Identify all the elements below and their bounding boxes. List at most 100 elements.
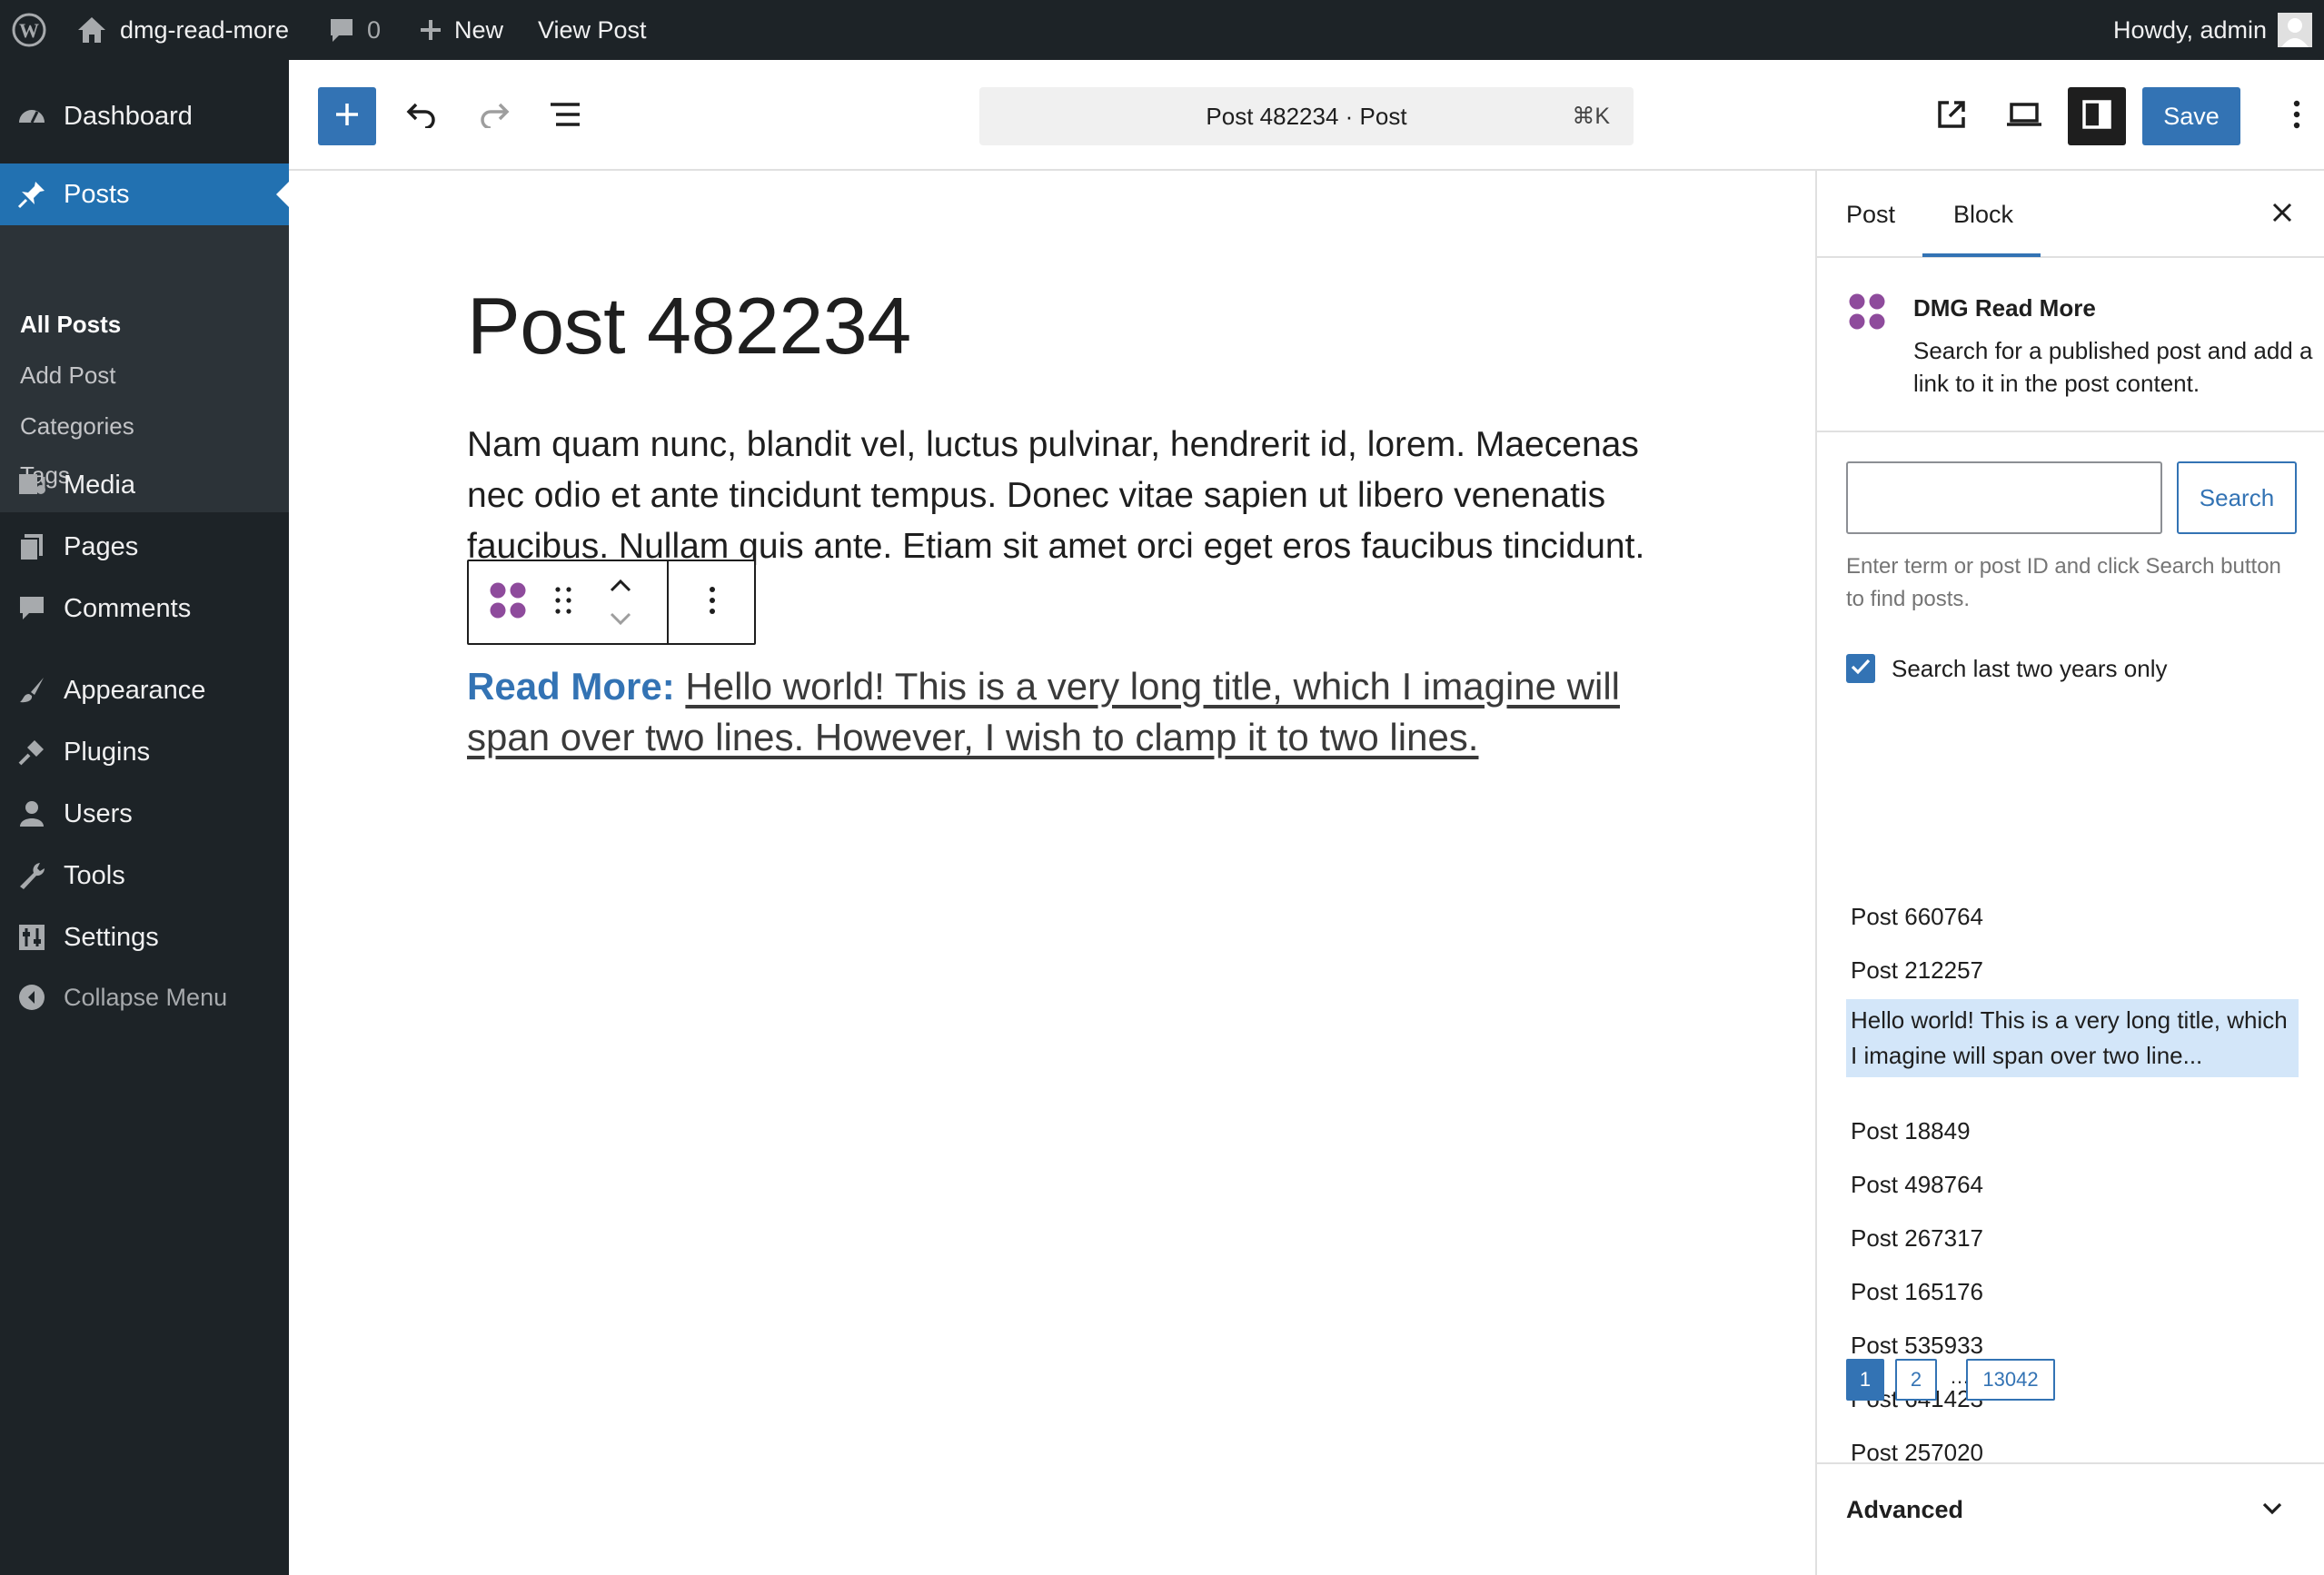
sidebar-item-label: Dashboard [64,101,193,131]
settings-sidebar: Post Block DMG Read More Search for a pu… [1815,171,2324,1575]
greeting: Howdy, admin [2113,15,2268,44]
sidebar-item-tools[interactable]: Tools [0,857,289,894]
account-menu[interactable]: Howdy, admin [2113,0,2313,60]
block-card: DMG Read More Search for a published pos… [1817,258,2324,432]
undo-button[interactable] [392,87,451,145]
close-icon [2271,202,2293,228]
sidebar-collapse-menu[interactable]: Collapse Menu [0,979,289,1015]
result-item[interactable]: Post 212257 [1846,956,2299,985]
settings-sidebar-toggle[interactable] [2068,87,2126,145]
sidebar-item-label: Posts [64,180,130,209]
plus-icon [418,17,443,43]
result-item[interactable]: Post 498764 [1846,1171,2299,1199]
view-post-link[interactable]: View Post [538,0,647,60]
view-post-button[interactable] [1922,87,1981,145]
pages-icon [15,530,49,564]
svg-text:W: W [19,19,39,42]
block-type-button[interactable] [487,581,529,623]
advanced-panel-toggle[interactable]: Advanced [1817,1462,2324,1575]
pin-icon [15,177,49,212]
block-options-button[interactable] [687,581,738,623]
active-tab-indicator [1922,253,2041,257]
dmg-block-icon [489,581,527,624]
post-title[interactable]: Post 482234 [467,280,911,372]
read-more-block[interactable]: Read More: Hello world! This is a very l… [467,661,1648,763]
page-button[interactable]: 2 [1895,1359,1937,1401]
dmg-block-icon [1848,292,1886,335]
recent-posts-checkbox[interactable] [1846,654,1875,683]
block-inserter-button[interactable] [318,87,376,145]
paragraph-block[interactable]: Nam quam nunc, blandit vel, luctus pulvi… [467,420,1648,572]
sidebar-item-users[interactable]: Users [0,796,289,832]
plug-icon [15,735,49,769]
sidebar-item-label: Comments [64,593,192,623]
post-search-input[interactable] [1846,461,2162,534]
avatar [2278,13,2313,47]
result-item[interactable]: Post 660764 [1846,903,2299,931]
list-view-icon [549,102,581,132]
checkmark-icon [1850,658,1872,680]
admin-bar: W dmg-read-more 0 New View Post Howdy, a… [0,0,2324,60]
site-home-link[interactable]: dmg-read-more [76,0,289,60]
plus-icon [333,101,361,133]
sidebar-item-posts[interactable]: Posts [0,163,289,225]
admin-sidebar: Dashboard Posts All Posts Add Post Categ… [0,60,289,1575]
sidebar-item-media[interactable]: Media [0,467,289,503]
preview-device-button[interactable] [1995,87,2053,145]
command-palette-bar[interactable]: Post 482234 · Post ⌘K [979,87,1634,145]
comment-bubble-icon [327,16,356,44]
result-item[interactable]: Post 267317 [1846,1224,2299,1253]
sidebar-item-pages[interactable]: Pages [0,529,289,565]
new-content-link[interactable]: New [418,0,503,60]
sidebar-item-appearance[interactable]: Appearance [0,672,289,708]
sidebar-item-comments[interactable]: Comments [0,590,289,627]
sidebar-item-label: Tools [64,860,125,890]
sidebar-panel-icon [2081,99,2112,134]
current-indicator [276,182,289,207]
sidebar-item-label: Settings [64,922,159,952]
laptop-icon [2006,101,2042,133]
comments-link[interactable]: 0 [327,0,381,60]
move-down-button[interactable] [596,607,645,634]
result-item[interactable]: Post 18849 [1846,1117,2299,1145]
comments-icon [15,591,49,626]
comments-count: 0 [367,15,382,44]
sidebar-item-dashboard[interactable]: Dashboard [0,98,289,134]
result-item-selected[interactable]: Hello world! This is a very long title, … [1846,999,2299,1077]
block-title: DMG Read More [1913,294,2096,322]
dashboard-icon [15,99,49,134]
settings-tabs: Post Block [1817,171,2324,258]
sidebar-item-label: Plugins [64,737,151,767]
close-settings-button[interactable] [2264,196,2300,233]
sidebar-item-settings[interactable]: Settings [0,919,289,956]
sidebar-item-label: Pages [64,531,139,561]
wrench-icon [15,858,49,893]
page-button-last[interactable]: 13042 [1966,1359,2055,1401]
search-button[interactable]: Search [2177,461,2297,534]
options-menu-button[interactable] [2279,87,2315,145]
paintbrush-icon [15,673,49,708]
tab-post[interactable]: Post [1846,171,1895,258]
user-icon [15,797,49,831]
submenu-categories[interactable]: Categories [20,412,134,441]
submenu-all-posts[interactable]: All Posts [20,311,121,339]
save-button[interactable]: Save [2142,87,2240,145]
wordpress-logo-icon[interactable]: W [11,0,47,60]
redo-button[interactable] [465,87,523,145]
editor-canvas: Post 482234 Nam quam nunc, blandit vel, … [289,171,1815,1575]
page-button-current[interactable]: 1 [1846,1359,1884,1401]
chevron-down-icon [609,611,632,630]
submenu-add-post[interactable]: Add Post [20,362,116,390]
media-icon [15,468,49,502]
result-item[interactable]: Post 535933 [1846,1332,2299,1360]
result-item[interactable]: Post 165176 [1846,1278,2299,1306]
sidebar-item-plugins[interactable]: Plugins [0,734,289,770]
undo-icon [405,101,438,133]
settings-sliders-icon [15,920,49,955]
drag-handle[interactable] [547,581,580,623]
read-more-label: Read More: [467,665,675,708]
move-up-button[interactable] [596,574,645,601]
tab-block[interactable]: Block [1953,171,2013,258]
document-overview-button[interactable] [536,87,594,145]
checkbox-label[interactable]: Search last two years only [1892,654,2167,683]
